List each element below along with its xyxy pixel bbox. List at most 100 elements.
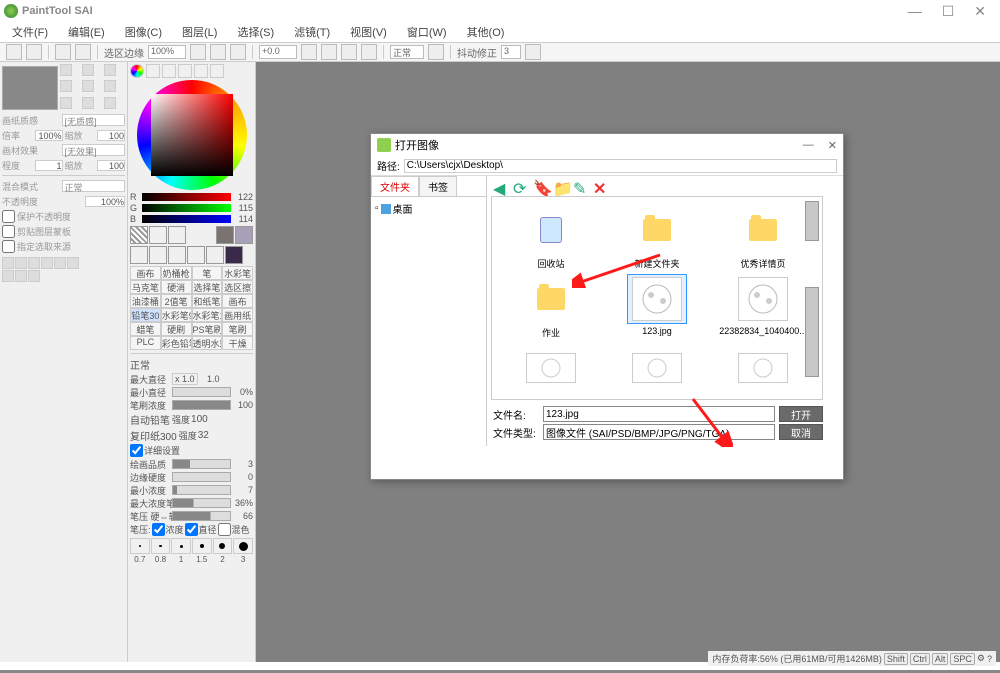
- tool-deselect[interactable]: [55, 44, 71, 60]
- tool-10[interactable]: 和纸笔: [192, 294, 223, 308]
- dialog-minimize[interactable]: —: [803, 139, 814, 152]
- magic-wand-tool[interactable]: [168, 226, 186, 244]
- menu-window[interactable]: 窗口(W): [403, 22, 451, 42]
- quality-slider[interactable]: [172, 459, 231, 469]
- file-item-优秀详情页[interactable]: 优秀详情页: [712, 205, 814, 270]
- delete-icon[interactable]: ✕: [593, 179, 607, 193]
- press-blend-checkbox[interactable]: [218, 523, 231, 536]
- swatches-tab[interactable]: [194, 64, 208, 78]
- brush-size-2[interactable]: [213, 538, 233, 554]
- hsv-tab[interactable]: [162, 64, 176, 78]
- tab-folders[interactable]: 文件夹: [371, 176, 419, 196]
- g-slider[interactable]: [142, 204, 231, 212]
- close-button[interactable]: ✕: [974, 3, 986, 20]
- nav-back-icon[interactable]: ◀: [493, 179, 507, 193]
- tree-desktop[interactable]: 桌面: [375, 201, 482, 216]
- tool-20[interactable]: PLC: [130, 336, 161, 350]
- menu-filter[interactable]: 滤镜(T): [290, 22, 334, 42]
- tool-5[interactable]: 硬消: [161, 280, 192, 294]
- b-slider[interactable]: [142, 215, 231, 223]
- tool-invert[interactable]: [75, 44, 91, 60]
- brush-size-0.7[interactable]: [130, 538, 150, 554]
- tool-1[interactable]: 奶桶枪: [161, 266, 192, 280]
- rot-cw[interactable]: [321, 44, 337, 60]
- lasso-tool[interactable]: [149, 226, 167, 244]
- tool-11[interactable]: 画布: [222, 294, 253, 308]
- folder-open-icon[interactable]: 📁: [553, 179, 567, 193]
- tool-22[interactable]: 透明水彩: [192, 336, 223, 350]
- zoom-out[interactable]: [190, 44, 206, 60]
- tool-2[interactable]: 笔: [192, 266, 223, 280]
- blend-mode-select[interactable]: 正常: [62, 180, 126, 192]
- shake-toggle[interactable]: [525, 44, 541, 60]
- menu-other[interactable]: 其他(O): [463, 22, 509, 42]
- tool-redo[interactable]: [26, 44, 42, 60]
- bookmark-icon[interactable]: 🔖: [533, 179, 547, 193]
- help-icon[interactable]: ?: [987, 654, 992, 664]
- zoom-display[interactable]: 100%: [148, 45, 186, 59]
- file-item-extra-0[interactable]: [500, 343, 602, 395]
- layer-btn-1[interactable]: [60, 64, 72, 76]
- opacity-value[interactable]: 100%: [85, 196, 125, 207]
- tool-15[interactable]: 画用纸: [222, 308, 253, 322]
- soft-hard-slider[interactable]: [172, 511, 231, 521]
- tool-16[interactable]: 蜡笔: [130, 322, 161, 336]
- brush-size-1[interactable]: [171, 538, 191, 554]
- tool-6[interactable]: 选择笔: [192, 280, 223, 294]
- open-button[interactable]: 打开: [779, 406, 823, 422]
- material-effect-select[interactable]: [无效果]: [62, 144, 126, 156]
- move-tool[interactable]: [130, 246, 148, 264]
- gear-icon[interactable]: ⚙: [977, 653, 985, 664]
- protect-alpha-checkbox[interactable]: [2, 210, 15, 223]
- edit-icon[interactable]: ✎: [573, 179, 587, 193]
- menu-view[interactable]: 视图(V): [346, 22, 391, 42]
- selection-tool[interactable]: [130, 226, 148, 244]
- cancel-button[interactable]: 取消: [779, 424, 823, 440]
- file-item-extra-1[interactable]: [606, 343, 708, 395]
- delete-layer-button[interactable]: [67, 257, 79, 269]
- hand-tool[interactable]: [187, 246, 205, 264]
- tool-undo[interactable]: [6, 44, 22, 60]
- tool-8[interactable]: 油漆桶: [130, 294, 161, 308]
- file-item-extra-2[interactable]: [712, 343, 814, 395]
- maximize-button[interactable]: ☐: [942, 3, 955, 20]
- tab-bookmarks[interactable]: 书签: [419, 176, 457, 196]
- min-diameter-slider[interactable]: [172, 387, 231, 397]
- dialog-close[interactable]: ✕: [828, 139, 837, 152]
- press-diam-checkbox[interactable]: [185, 523, 198, 536]
- brush-texture-select[interactable]: 复印纸300: [130, 428, 177, 443]
- menu-layer[interactable]: 图层(L): [178, 22, 221, 42]
- menu-edit[interactable]: 编辑(E): [64, 22, 109, 42]
- scratchpad-tab[interactable]: [210, 64, 224, 78]
- new-layer-button[interactable]: [2, 257, 14, 269]
- fg-color[interactable]: [216, 226, 234, 244]
- tool-19[interactable]: 笔刷: [222, 322, 253, 336]
- tool-4[interactable]: 马克笔: [130, 280, 161, 294]
- file-item-作业[interactable]: 作业: [500, 274, 602, 339]
- mixer-tab[interactable]: [178, 64, 192, 78]
- paper-texture-select[interactable]: [无质感]: [62, 114, 126, 126]
- tool-17[interactable]: 硬刷: [161, 322, 192, 336]
- menu-select[interactable]: 选择(S): [233, 22, 278, 42]
- rotate-tool[interactable]: [168, 246, 186, 264]
- filetype-select[interactable]: 图像文件 (SAI/PSD/BMP/JPG/PNG/TGA): [543, 424, 775, 440]
- menu-image[interactable]: 图像(C): [121, 22, 166, 42]
- tool-18[interactable]: PS笔刷: [192, 322, 223, 336]
- tool-0[interactable]: 画布: [130, 266, 161, 280]
- eyedropper-tool[interactable]: [206, 246, 224, 264]
- tool-23[interactable]: 干燥: [222, 336, 253, 350]
- lock-sel-checkbox[interactable]: [2, 240, 15, 253]
- r-slider[interactable]: [142, 193, 231, 201]
- file-browser[interactable]: 回收站新建文件夹优秀详情页作业123.jpg22382834_1040400..…: [491, 196, 823, 400]
- file-item-新建文件夹[interactable]: 新建文件夹: [606, 205, 708, 270]
- density-slider[interactable]: [172, 400, 231, 410]
- file-item-22382834_1040400...[interactable]: 22382834_1040400...: [712, 274, 814, 339]
- minimize-button[interactable]: —: [908, 3, 922, 20]
- mode-btn[interactable]: [428, 44, 444, 60]
- min-dens-slider[interactable]: [172, 485, 231, 495]
- menu-file[interactable]: 文件(F): [8, 22, 52, 42]
- rot-reset[interactable]: [341, 44, 357, 60]
- refresh-icon[interactable]: ⟳: [513, 179, 527, 193]
- rot-ccw[interactable]: [301, 44, 317, 60]
- flip-h[interactable]: [361, 44, 377, 60]
